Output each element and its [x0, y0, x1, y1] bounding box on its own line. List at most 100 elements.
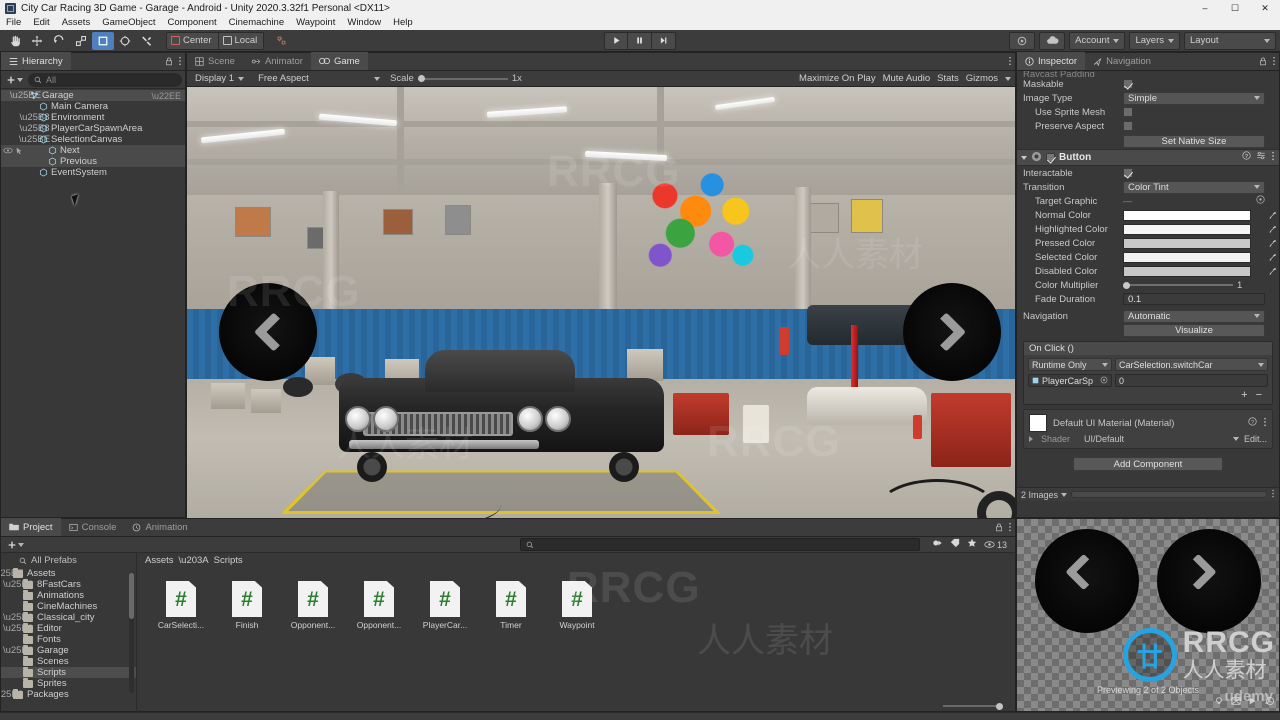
- menu-file[interactable]: File: [0, 16, 27, 30]
- menu-window[interactable]: Window: [341, 16, 387, 30]
- eyedropper-icon[interactable]: [1268, 253, 1279, 262]
- add-component-button[interactable]: Add Component: [1073, 457, 1223, 471]
- project-menu-icon[interactable]: [1008, 522, 1012, 535]
- aspect-dropdown[interactable]: Free Aspect: [254, 71, 385, 86]
- folder-animations[interactable]: Animations: [1, 589, 136, 601]
- project-tree-scrollbar[interactable]: [129, 573, 134, 693]
- mute-audio-toggle[interactable]: Mute Audio: [883, 73, 931, 84]
- navigation-dropdown[interactable]: Automatic: [1123, 309, 1265, 323]
- all-prefabs-item[interactable]: All Prefabs: [1, 553, 136, 568]
- chevron-right-icon[interactable]: [1029, 436, 1036, 442]
- account-dropdown[interactable]: Account: [1069, 31, 1126, 50]
- scale-slider-knob[interactable]: [417, 75, 425, 82]
- visibility-toggle-icons[interactable]: [3, 147, 23, 155]
- button-component-header[interactable]: Button ?: [1017, 149, 1279, 166]
- hierarchy-item-playercarspawnarea[interactable]: \u25B8 PlayerCarSpawnArea: [1, 123, 185, 134]
- preview-resize-handle[interactable]: [1071, 491, 1267, 498]
- button-enabled-checkbox[interactable]: [1046, 153, 1055, 162]
- image-type-dropdown[interactable]: Simple: [1123, 91, 1265, 105]
- hierarchy-item-environment[interactable]: \u25B8 Environment: [1, 112, 185, 123]
- folder-classical-city[interactable]: \u25B8 Classical_city: [1, 611, 136, 623]
- chevron-down-icon[interactable]: \u25BE: [1, 568, 24, 579]
- tab-inspector[interactable]: Inspector: [1017, 52, 1086, 70]
- rect-tool-icon[interactable]: [92, 31, 114, 50]
- pivot-mode-button[interactable]: Center: [166, 31, 219, 50]
- onclick-argument-field[interactable]: 0: [1115, 374, 1268, 387]
- minimize-button[interactable]: –: [1190, 0, 1220, 16]
- space-mode-button[interactable]: Local: [218, 31, 265, 50]
- asset-item[interactable]: # Timer: [489, 581, 533, 630]
- color-multiplier-slider[interactable]: [1123, 281, 1233, 289]
- tab-scene[interactable]: Scene: [187, 52, 243, 70]
- menu-gameobject[interactable]: GameObject: [96, 16, 161, 30]
- chevron-down-icon[interactable]: \u25BE: [19, 134, 50, 145]
- breadcrumb-scripts[interactable]: Scripts: [214, 555, 243, 566]
- object-picker-icon[interactable]: [1100, 376, 1108, 386]
- highlighted-color-swatch[interactable]: [1123, 223, 1251, 235]
- pause-button[interactable]: [628, 31, 652, 50]
- step-button[interactable]: [652, 31, 676, 50]
- tab-hierarchy[interactable]: Hierarchy: [1, 52, 71, 70]
- display-dropdown[interactable]: Display 1: [191, 71, 249, 86]
- folder-fonts[interactable]: Fonts: [1, 633, 136, 645]
- preserve-aspect-checkbox[interactable]: [1123, 121, 1133, 131]
- hierarchy-search-input[interactable]: All: [28, 72, 182, 87]
- lock-icon[interactable]: [165, 57, 173, 69]
- preview-canvas[interactable]: Previewing 2 of 2 Objects 廿 RRCG 人人素材 ud…: [1017, 519, 1279, 711]
- previous-car-button[interactable]: [219, 283, 317, 381]
- chevron-right-icon[interactable]: \u25B8: [3, 645, 33, 656]
- asset-item[interactable]: # Finish: [225, 581, 269, 630]
- shader-value[interactable]: UI/Default: [1084, 434, 1228, 444]
- filter-by-type-icon[interactable]: [932, 538, 943, 551]
- folder-scripts[interactable]: Scripts: [1, 666, 136, 678]
- folder-scenes[interactable]: Scenes: [1, 655, 136, 667]
- help-icon[interactable]: ?: [1248, 417, 1257, 429]
- tab-game[interactable]: Game: [310, 52, 368, 70]
- tab-navigation[interactable]: Navigation: [1085, 52, 1159, 70]
- component-menu-icon[interactable]: [1271, 151, 1275, 164]
- asset-zoom-slider[interactable]: [943, 702, 1003, 710]
- folder-cinemachines[interactable]: CineMachines: [1, 600, 136, 612]
- eyedropper-icon[interactable]: [1268, 267, 1279, 276]
- move-tool-icon[interactable]: [26, 32, 48, 50]
- menu-help[interactable]: Help: [387, 16, 419, 30]
- filter-by-label-icon[interactable]: [950, 538, 960, 551]
- material-menu-icon[interactable]: [1263, 417, 1267, 430]
- folder-packages[interactable]: \u25B8 Packages: [1, 688, 136, 700]
- tab-animator[interactable]: Animator: [243, 52, 311, 70]
- next-car-button[interactable]: [903, 283, 1001, 381]
- hierarchy-item-garage[interactable]: \u25BE Garage \u22EE: [1, 90, 185, 101]
- custom-tool-icon[interactable]: [136, 32, 158, 50]
- lock-icon[interactable]: [995, 523, 1003, 535]
- visualize-button[interactable]: Visualize: [1123, 324, 1265, 337]
- hand-tool-icon[interactable]: [4, 32, 26, 50]
- folder-sprites[interactable]: Sprites: [1, 677, 136, 689]
- images-count-dropdown[interactable]: 2 Images: [1021, 490, 1068, 500]
- maximize-on-play-toggle[interactable]: Maximize On Play: [799, 73, 876, 84]
- preset-icon[interactable]: [1256, 151, 1266, 164]
- onclick-add-button[interactable]: +: [1241, 389, 1247, 401]
- stats-toggle[interactable]: Stats: [937, 73, 959, 84]
- transition-dropdown[interactable]: Color Tint: [1123, 180, 1265, 194]
- folder-assets[interactable]: \u25BE Assets: [1, 567, 136, 579]
- layers-dropdown[interactable]: Layers: [1129, 31, 1180, 50]
- menu-waypoint[interactable]: Waypoint: [290, 16, 341, 30]
- tab-project[interactable]: Project: [1, 518, 61, 536]
- project-create-button[interactable]: [5, 540, 26, 550]
- hierarchy-item-selectioncanvas[interactable]: \u25BE SelectionCanvas: [1, 134, 185, 145]
- folder-garage[interactable]: \u25B8 Garage: [1, 644, 136, 656]
- gameview-menu-icon[interactable]: [1008, 56, 1012, 69]
- chevron-right-icon[interactable]: \u25B8: [3, 623, 33, 634]
- hierarchy-add-button[interactable]: [4, 75, 25, 85]
- menu-cinemachine[interactable]: Cinemachine: [223, 16, 290, 30]
- project-search-input[interactable]: [519, 538, 920, 551]
- asset-zoom-track[interactable]: [943, 702, 1003, 710]
- eyedropper-icon[interactable]: [1268, 239, 1279, 248]
- chevron-right-icon[interactable]: \u25B8: [3, 612, 33, 623]
- asset-item[interactable]: # Opponent...: [291, 581, 335, 630]
- runtime-mode-dropdown[interactable]: Runtime Only: [1028, 358, 1112, 371]
- asset-item[interactable]: # Waypoint: [555, 581, 599, 630]
- hierarchy-item-previous[interactable]: Previous: [1, 156, 185, 167]
- scene-menu-icon[interactable]: \u22EE: [151, 91, 181, 101]
- hierarchy-item-eventsystem[interactable]: EventSystem: [1, 167, 185, 178]
